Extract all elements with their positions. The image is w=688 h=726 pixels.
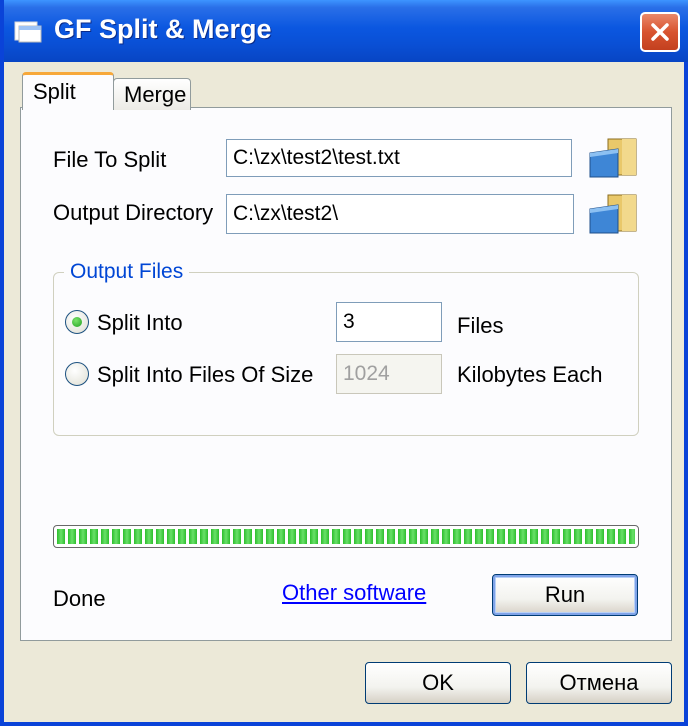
title-bar[interactable]: GF Split & Merge bbox=[4, 0, 688, 62]
window-title: GF Split & Merge bbox=[54, 14, 272, 44]
app-folder-icon bbox=[14, 21, 42, 43]
size-input[interactable]: 1024 bbox=[336, 354, 442, 394]
progress-bar bbox=[53, 525, 639, 548]
radio-selected-dot bbox=[72, 317, 82, 327]
output-directory-label: Output Directory bbox=[53, 200, 214, 225]
browse-file-folder-icon[interactable] bbox=[588, 137, 640, 179]
output-files-group-title: Output Files bbox=[64, 260, 190, 284]
files-unit-label: Files bbox=[457, 313, 504, 338]
split-into-label[interactable]: Split Into bbox=[97, 310, 183, 336]
tab-split[interactable]: Split bbox=[22, 72, 114, 110]
browse-directory-folder-icon[interactable] bbox=[588, 193, 640, 235]
cancel-button[interactable]: Отмена bbox=[526, 662, 672, 704]
kilobytes-unit-label: Kilobytes Each bbox=[457, 362, 603, 387]
file-to-split-label: File To Split bbox=[53, 147, 167, 172]
progress-fill bbox=[57, 529, 635, 544]
split-count-input[interactable]: 3 bbox=[336, 302, 442, 342]
tab-merge[interactable]: Merge bbox=[113, 78, 191, 110]
output-directory-input[interactable]: C:\zx\test2\ bbox=[226, 194, 574, 234]
other-software-link[interactable]: Other software bbox=[282, 580, 426, 606]
main-window: GF Split & Merge Merge Split File To Spl… bbox=[0, 0, 688, 726]
split-by-size-radio[interactable] bbox=[65, 362, 89, 386]
run-button[interactable]: Run bbox=[492, 574, 638, 616]
file-to-split-input[interactable]: C:\zx\test2\test.txt bbox=[226, 139, 572, 177]
close-button[interactable] bbox=[640, 12, 680, 52]
split-by-size-label[interactable]: Split Into Files Of Size bbox=[97, 362, 313, 388]
split-into-radio[interactable] bbox=[65, 310, 89, 334]
close-icon bbox=[651, 23, 669, 41]
ok-button[interactable]: OK bbox=[365, 662, 511, 704]
status-text: Done bbox=[53, 586, 106, 611]
